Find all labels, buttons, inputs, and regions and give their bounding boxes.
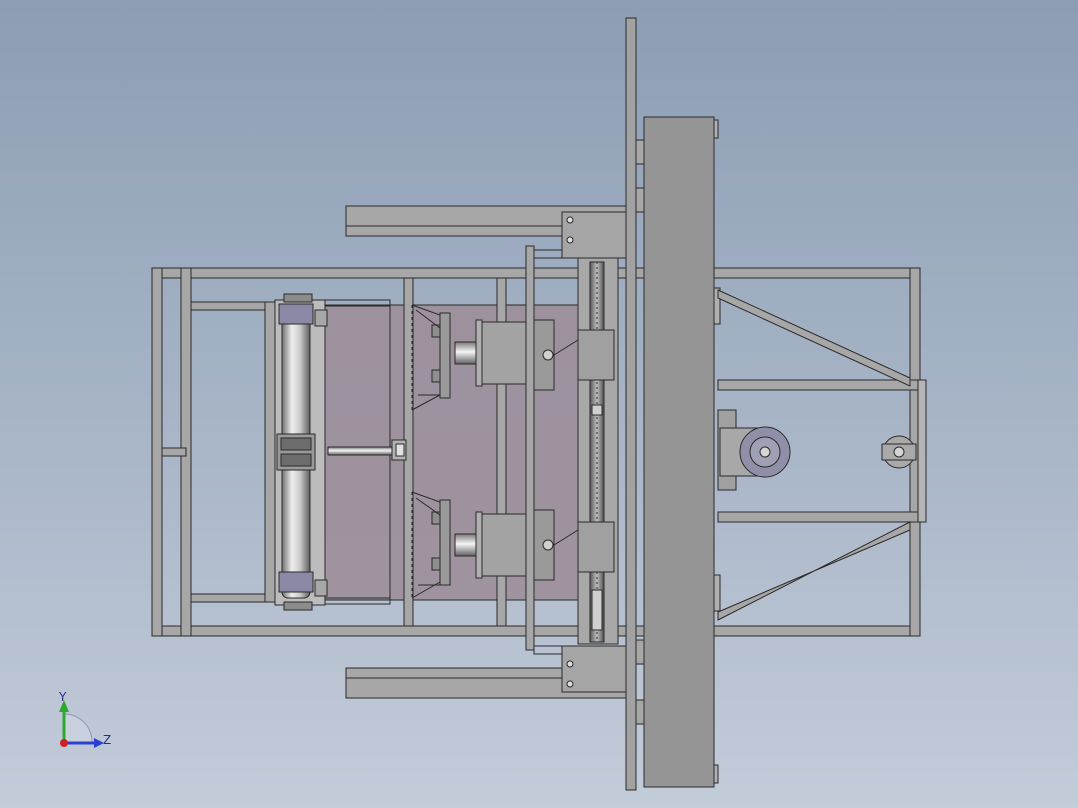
cad-viewport[interactable]: Y Z (0, 0, 1078, 808)
coordinate-triad: Y Z (58, 690, 111, 748)
mast-column (625, 17, 637, 791)
assembly-drawing[interactable]: Y Z (0, 0, 1078, 808)
motor-housing (643, 116, 721, 788)
lower-mount-bracket (561, 645, 627, 693)
z-axis-label: Z (103, 733, 111, 747)
y-axis-label: Y (58, 690, 67, 704)
lead-screw-column (577, 257, 619, 645)
upper-mount-bracket (561, 211, 627, 259)
pivot-pin (881, 435, 917, 469)
caster-wheel (717, 409, 791, 491)
x-axis-dot (60, 739, 68, 747)
